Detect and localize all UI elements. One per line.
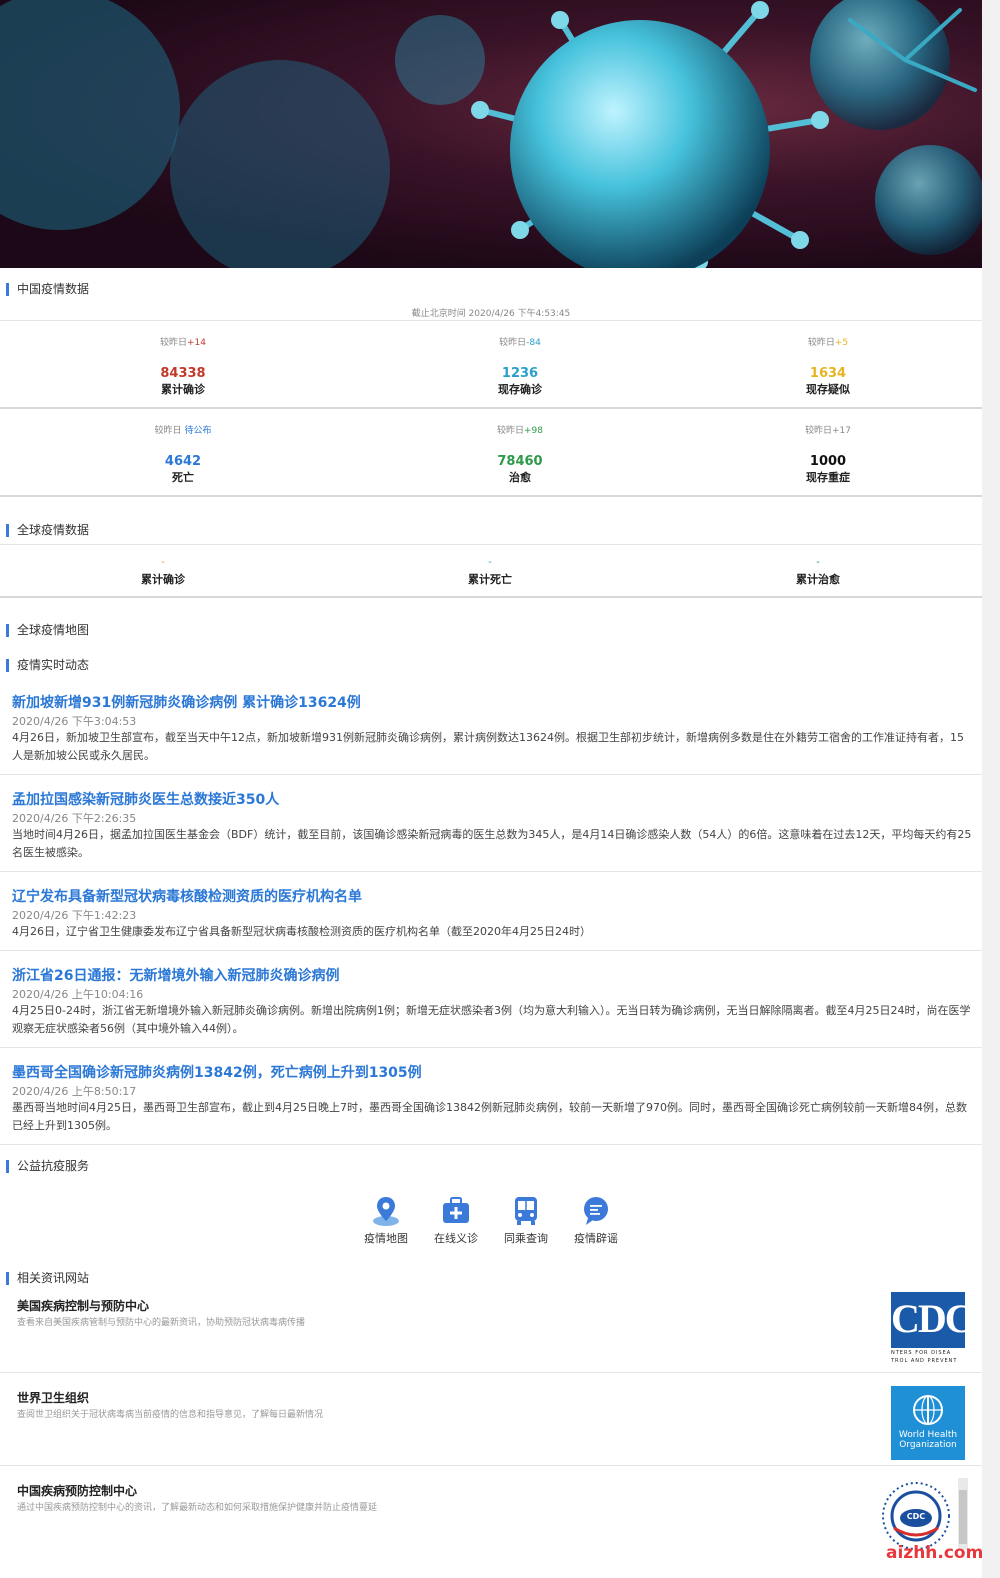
stat-deaths: 较昨日 待公布 4642 死亡 xyxy=(154,426,212,484)
news-section-title: 疫情实时动态 xyxy=(6,659,89,672)
related-site-title[interactable]: 世界卫生组织 xyxy=(17,1389,89,1406)
news-body: 当地时间4月26日，据孟加拉国医生基金会（BDF）统计，截至目前，该国确诊感染新… xyxy=(12,828,972,859)
news-date: 2020/4/26 下午3:04:53 xyxy=(12,715,137,728)
divider xyxy=(0,407,982,409)
us-cdc-logo[interactable]: CDC NTERS FOR DISEA TROL AND PREVENT xyxy=(891,1292,965,1366)
related-site-desc: 通过中国疾病预防控制中心的资讯，了解最新动态和如何采取措施保护健康并防止疫情蔓延 xyxy=(17,1503,378,1513)
news-date: 2020/4/26 下午2:26:35 xyxy=(12,812,137,825)
related-site-title[interactable]: 中国疾病预防控制中心 xyxy=(17,1482,137,1499)
service-same-ride[interactable]: 同乘查询 xyxy=(496,1194,556,1246)
service-online-clinic[interactable]: 在线义诊 xyxy=(426,1194,486,1246)
stat-suspected: 较昨日+5 1634 现存疑似 xyxy=(806,338,850,396)
divider xyxy=(0,1465,982,1466)
global-section-title: 全球疫情数据 xyxy=(6,524,89,537)
global-stat-cured: - 累计治愈 xyxy=(796,557,840,587)
services-section-title: 公益抗疫服务 xyxy=(6,1160,89,1173)
china-cdc-logo[interactable]: CDC xyxy=(880,1480,952,1552)
news-date: 2020/4/26 上午10:04:16 xyxy=(12,988,144,1001)
divider xyxy=(0,1047,982,1048)
global-stat-deaths: - 累计死亡 xyxy=(468,557,512,587)
map-pin-icon xyxy=(369,1194,403,1228)
news-title[interactable]: 浙江省26日通报：无新增境外输入新冠肺炎确诊病例 xyxy=(12,965,339,985)
divider xyxy=(0,871,982,872)
related-site-title[interactable]: 美国疾病控制与预防中心 xyxy=(17,1297,149,1314)
bus-icon xyxy=(509,1194,543,1228)
divider xyxy=(0,495,982,497)
service-rumor-busting[interactable]: 疫情辟谣 xyxy=(566,1194,626,1246)
divider xyxy=(0,774,982,775)
divider xyxy=(0,596,982,598)
news-body: 4月25日0-24时，浙江省无新增境外输入新冠肺炎确诊病例。新增出院病例1例；新… xyxy=(12,1004,971,1035)
divider xyxy=(0,950,982,951)
news-title[interactable]: 孟加拉国感染新冠肺炎医生总数接近350人 xyxy=(12,789,279,809)
news-body: 墨西哥当地时间4月25日，墨西哥卫生部宣布，截止到4月25日晚上7时，墨西哥全国… xyxy=(12,1101,967,1132)
global-stat-confirmed: - 累计确诊 xyxy=(141,557,185,587)
news-body: 4月26日，辽宁省卫生健康委发布辽宁省具备新型冠状病毒核酸检测资质的医疗机构名单… xyxy=(12,925,591,938)
related-site-desc: 查看来自美国疾病管制与预防中心的最新资讯，协助预防冠状病毒病传播 xyxy=(17,1318,306,1328)
news-body: 4月26日，新加坡卫生部宣布，截至当天中午12点，新加坡新增931例新冠肺炎确诊… xyxy=(12,731,964,762)
scrollbar-thumb[interactable] xyxy=(959,1490,967,1544)
map-section-title: 全球疫情地图 xyxy=(6,624,89,637)
news-date: 2020/4/26 上午8:50:17 xyxy=(12,1085,137,1098)
news-title[interactable]: 辽宁发布具备新型冠状病毒核酸检测资质的医疗机构名单 xyxy=(12,886,362,906)
divider xyxy=(0,1144,982,1145)
update-timestamp: 截止北京时间 2020/4/26 下午4:53:45 xyxy=(411,309,571,319)
stat-current-confirmed: 较昨日-84 1236 现存确诊 xyxy=(498,338,542,396)
inner-scrollbar[interactable] xyxy=(958,1478,968,1550)
divider xyxy=(0,544,982,545)
rumor-chat-icon xyxy=(579,1194,613,1228)
medical-kit-icon xyxy=(439,1194,473,1228)
related-site-desc: 查阅世卫组织关于冠状病毒病当前疫情的信息和指导意见，了解每日最新情况 xyxy=(17,1410,324,1420)
divider xyxy=(0,320,982,321)
related-section-title: 相关资讯网站 xyxy=(6,1272,89,1285)
divider xyxy=(0,1372,982,1373)
stat-severe: 较昨日+17 1000 现存重症 xyxy=(804,426,851,484)
china-section-title: 中国疫情数据 xyxy=(6,283,89,296)
virus-banner-image xyxy=(0,0,982,268)
stat-total-confirmed: 较昨日+14 84338 累计确诊 xyxy=(159,338,206,396)
news-date: 2020/4/26 下午1:42:23 xyxy=(12,909,137,922)
who-logo[interactable]: World Health Organization xyxy=(891,1386,965,1460)
stat-cured: 较昨日+98 78460 治愈 xyxy=(496,426,543,484)
watermark-text: aizhh.com xyxy=(886,1543,984,1563)
news-title[interactable]: 新加坡新增931例新冠肺炎确诊病例 累计确诊13624例 xyxy=(12,692,361,712)
service-epidemic-map[interactable]: 疫情地图 xyxy=(356,1194,416,1246)
news-title[interactable]: 墨西哥全国确诊新冠肺炎病例13842例，死亡病例上升到1305例 xyxy=(12,1062,422,1082)
page-scrollbar[interactable] xyxy=(982,0,1000,1578)
